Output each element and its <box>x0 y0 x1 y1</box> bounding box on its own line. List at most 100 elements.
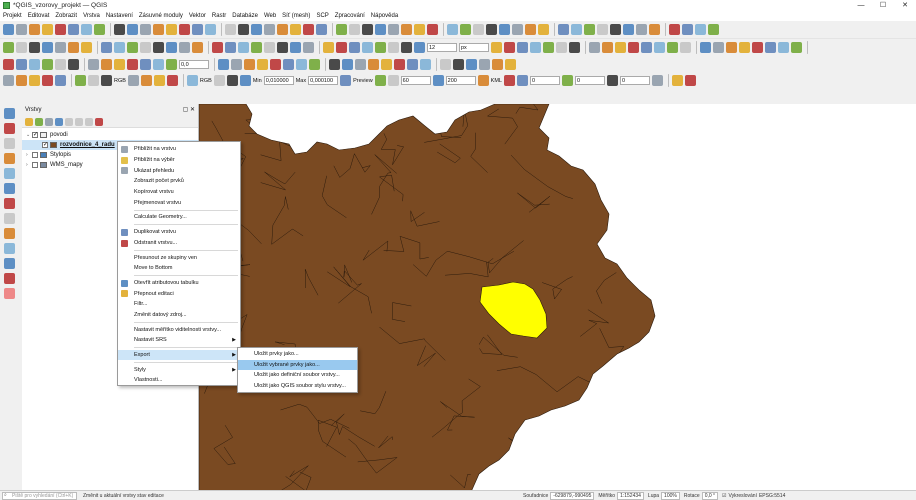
tool-button-icon[interactable] <box>179 24 190 35</box>
add-group-icon[interactable] <box>35 117 43 126</box>
tool-button-icon[interactable] <box>296 59 307 70</box>
tool-button-icon[interactable] <box>597 24 608 35</box>
context-menu-item[interactable]: Odstranit vrstvu... <box>118 238 240 249</box>
tool-button-icon[interactable] <box>264 24 275 35</box>
tool-button-icon[interactable] <box>342 59 353 70</box>
digitize-tool-icon[interactable] <box>4 258 15 269</box>
tool-button-icon[interactable] <box>29 75 40 86</box>
tool-button-icon[interactable] <box>615 42 626 53</box>
digitize-tool-icon[interactable] <box>4 183 15 194</box>
panel-float-close-icons[interactable]: ▢ ✕ <box>183 106 195 113</box>
context-menu-item[interactable]: Otevřít atributovou tabulku <box>118 278 240 289</box>
tool-button-icon[interactable] <box>303 42 314 53</box>
maximize-button[interactable]: ☐ <box>872 0 894 11</box>
export-menu-item[interactable]: Uložit jako QGIS soubor stylu vrstvy... <box>238 381 357 392</box>
tool-button-icon[interactable] <box>394 59 405 70</box>
rgb-label-2[interactable]: RGB <box>200 78 212 84</box>
tool-button-icon[interactable] <box>166 42 177 53</box>
tool-button-icon[interactable] <box>606 75 618 86</box>
tool-button-icon[interactable] <box>700 42 711 53</box>
digitize-tool-icon[interactable] <box>4 288 15 299</box>
tool-button-icon[interactable] <box>244 59 255 70</box>
min-label[interactable]: Min <box>253 78 262 84</box>
tool-button-icon[interactable] <box>460 24 471 35</box>
tool-button-icon[interactable] <box>667 42 678 53</box>
tool-button-icon[interactable] <box>42 59 53 70</box>
tool-button-icon[interactable] <box>114 59 125 70</box>
max-label[interactable]: Max <box>296 78 306 84</box>
tool-button-icon[interactable] <box>179 42 190 53</box>
menu-item-1[interactable]: Editovat <box>28 13 50 19</box>
tool-button-icon[interactable] <box>349 42 360 53</box>
tool-button-icon[interactable] <box>225 42 236 53</box>
min-field[interactable]: 0,010000 <box>263 76 294 85</box>
tool-button-icon[interactable] <box>695 24 706 35</box>
digitize-tool-icon[interactable] <box>4 138 15 149</box>
tool-button-icon[interactable] <box>3 75 14 86</box>
tool-button-icon[interactable] <box>623 24 634 35</box>
tool-button-icon[interactable] <box>739 42 750 53</box>
export-menu-item[interactable]: Uložit prvky jako... <box>238 349 357 360</box>
tool-button-icon[interactable] <box>42 24 53 35</box>
digitize-tool-icon[interactable] <box>4 228 15 239</box>
context-menu-item[interactable]: Změnit datový zdroj... <box>118 310 240 321</box>
tool-button-icon[interactable] <box>561 75 573 86</box>
tool-button-icon[interactable] <box>512 24 523 35</box>
tool-button-icon[interactable] <box>140 75 152 86</box>
tool-button-icon[interactable] <box>127 75 139 86</box>
min2-field[interactable]: 60 <box>400 76 431 85</box>
tool-button-icon[interactable] <box>649 24 660 35</box>
tool-button-icon[interactable] <box>477 75 489 86</box>
tool-button-icon[interactable] <box>257 59 268 70</box>
tool-button-icon[interactable] <box>251 24 262 35</box>
digitize-tool-icon[interactable] <box>4 243 15 254</box>
tool-button-icon[interactable] <box>88 75 99 86</box>
tool-button-icon[interactable] <box>277 24 288 35</box>
menu-item-0[interactable]: Projekt <box>3 13 22 19</box>
digitize-tool-icon[interactable] <box>4 213 15 224</box>
tool-button-icon[interactable] <box>499 24 510 35</box>
tool-button-icon[interactable] <box>375 24 386 35</box>
z3-field[interactable]: 0 <box>619 76 650 85</box>
context-menu-item[interactable]: Nastavit měřítko viditelnosti vrstvy... <box>118 324 240 335</box>
tool-button-icon[interactable] <box>336 24 347 35</box>
tool-button-icon[interactable] <box>205 24 216 35</box>
tool-button-icon[interactable] <box>420 59 431 70</box>
tool-button-icon[interactable] <box>68 42 79 53</box>
tool-button-icon[interactable] <box>29 59 40 70</box>
tool-button-icon[interactable] <box>440 59 451 70</box>
tool-button-icon[interactable] <box>153 59 164 70</box>
tool-button-icon[interactable] <box>491 42 502 53</box>
tool-button-icon[interactable] <box>16 24 27 35</box>
tool-button-icon[interactable] <box>303 24 314 35</box>
tool-button-icon[interactable] <box>368 59 379 70</box>
tool-button-icon[interactable] <box>153 24 164 35</box>
tool-button-icon[interactable] <box>101 42 112 53</box>
tool-button-icon[interactable] <box>752 42 763 53</box>
tool-button-icon[interactable] <box>355 59 366 70</box>
digitize-tool-icon[interactable] <box>4 198 15 209</box>
manage-visibility-icon[interactable] <box>45 117 53 126</box>
close-button[interactable]: ✕ <box>894 0 916 11</box>
tool-button-icon[interactable] <box>401 24 412 35</box>
export-menu-item[interactable]: Uložit jako definiční soubor vrstvy... <box>238 370 357 381</box>
tool-button-icon[interactable] <box>466 59 477 70</box>
context-menu-item[interactable]: Styly ▶ <box>118 364 240 375</box>
tool-button-icon[interactable] <box>516 75 528 86</box>
tool-button-icon[interactable] <box>55 42 66 53</box>
digitize-tool-icon[interactable] <box>4 108 15 119</box>
layer-visibility-checkbox[interactable] <box>32 152 38 158</box>
tool-button-icon[interactable] <box>381 59 392 70</box>
tool-button-icon[interactable] <box>251 42 262 53</box>
tool-button-icon[interactable] <box>75 75 86 86</box>
digitize-tool-icon[interactable] <box>4 168 15 179</box>
tool-button-icon[interactable] <box>530 42 541 53</box>
tool-button-icon[interactable] <box>708 24 719 35</box>
tool-button-icon[interactable] <box>213 75 225 86</box>
open-layer-styling-icon[interactable] <box>25 117 33 126</box>
context-menu-item[interactable]: Filtr... <box>118 299 240 310</box>
menu-item-2[interactable]: Zobrazit <box>55 13 77 19</box>
max-field[interactable]: 0,000100 <box>308 76 339 85</box>
tool-button-icon[interactable] <box>791 42 802 53</box>
tool-button-icon[interactable] <box>713 42 724 53</box>
